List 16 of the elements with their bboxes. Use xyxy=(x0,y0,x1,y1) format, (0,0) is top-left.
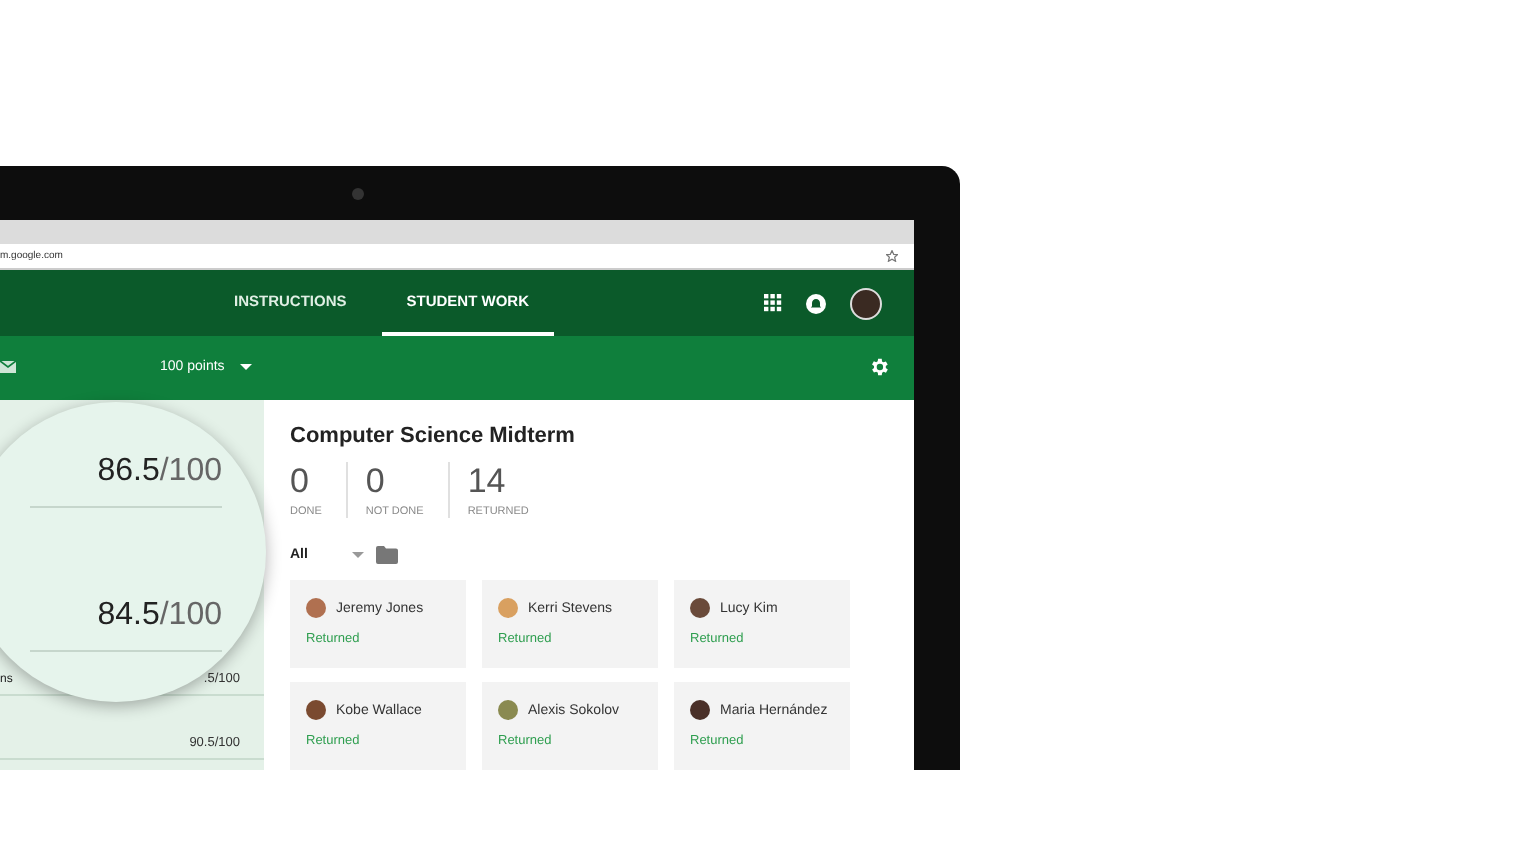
stat-count: 0 xyxy=(290,462,311,503)
assignment-title: Computer Science Midterm xyxy=(290,424,577,449)
user-avatar[interactable] xyxy=(850,287,882,320)
stat-count: 14 xyxy=(467,462,508,503)
folder-icon[interactable] xyxy=(375,546,398,565)
mail-icon[interactable] xyxy=(0,360,16,375)
caret-icon xyxy=(351,551,364,560)
grade-text: 84.5/100 xyxy=(97,597,222,632)
notifications-icon[interactable] xyxy=(806,293,826,314)
grade-text: 86.5/100 xyxy=(97,453,222,488)
settings-icon[interactable] xyxy=(868,356,890,379)
camera-dot xyxy=(352,187,364,199)
stat-count: 0 xyxy=(365,462,387,503)
caret-icon xyxy=(240,363,253,372)
apps-grid-icon[interactable] xyxy=(764,294,782,313)
star-icon[interactable] xyxy=(886,250,898,263)
